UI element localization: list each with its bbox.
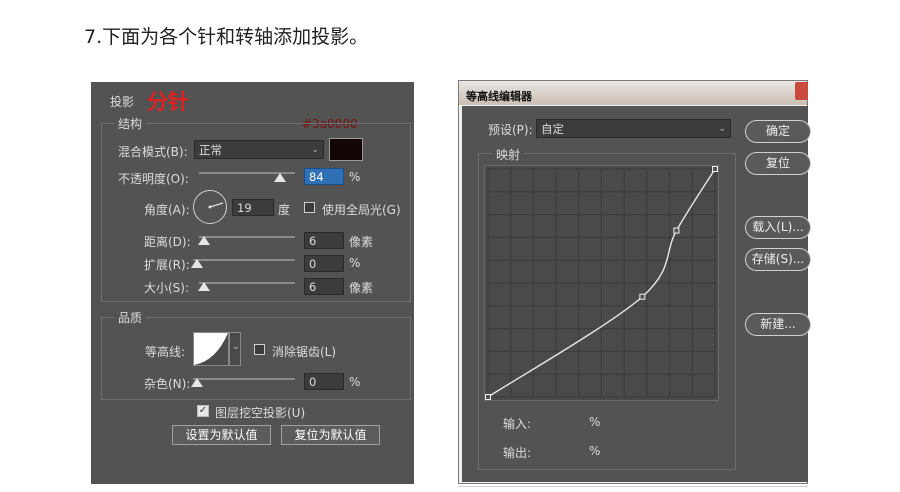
spread-label: 扩展(R): [144, 258, 190, 272]
global-light-label: 使用全局光(G) [322, 203, 401, 217]
size-unit: 像素 [349, 281, 374, 295]
close-icon[interactable] [795, 82, 808, 100]
chevron-down-icon: ⌄ [718, 124, 726, 134]
new-button[interactable]: 新建... [745, 313, 811, 336]
shadow-color-fill [330, 139, 362, 160]
preset-label: 预设(P): [488, 123, 533, 137]
preset-select[interactable]: 自定 ⌄ [536, 119, 731, 138]
noise-label: 杂色(N): [144, 377, 191, 391]
red-annotation: 分针 [147, 90, 189, 114]
ok-button[interactable]: 确定 [745, 120, 811, 143]
spread-input[interactable]: 0 [304, 255, 344, 272]
reset-default-button[interactable]: 复位为默认值 [281, 425, 380, 445]
noise-slider-track[interactable] [193, 378, 295, 380]
opacity-slider-thumb[interactable] [273, 173, 286, 182]
distance-slider-thumb[interactable] [198, 236, 210, 245]
opacity-label: 不透明度(O): [118, 172, 189, 186]
window-shadow-line [458, 486, 808, 487]
input-unit: % [589, 415, 601, 429]
size-slider-thumb[interactable] [198, 282, 210, 291]
mapping-legend: 映射 [492, 146, 525, 163]
noise-input[interactable]: 0 [304, 373, 344, 390]
knockout-label: 图层挖空投影(U) [215, 406, 306, 420]
noise-unit: % [349, 375, 361, 389]
angle-input[interactable]: 19 [232, 199, 274, 216]
contour-label: 等高线: [145, 345, 186, 359]
chevron-down-icon: ⌄ [232, 342, 240, 352]
curve-control-point[interactable] [673, 227, 680, 234]
output-unit: % [589, 444, 601, 458]
blend-mode-value: 正常 [199, 143, 222, 157]
opacity-unit: % [349, 170, 361, 184]
panel-title: 投影 [110, 95, 135, 109]
knockout-checkbox[interactable]: ✓ [197, 405, 209, 417]
spread-unit: % [349, 256, 361, 270]
angle-dial-needle [208, 202, 224, 209]
spread-slider-track[interactable] [193, 259, 295, 261]
opacity-input[interactable]: 84 [304, 168, 344, 185]
shadow-color-swatch[interactable] [329, 138, 363, 161]
angle-label: 角度(A): [144, 203, 190, 217]
size-input[interactable]: 6 [304, 278, 344, 295]
distance-slider-track[interactable] [199, 236, 295, 238]
output-label: 输出: [503, 446, 532, 460]
noise-slider-thumb[interactable] [191, 378, 203, 387]
contour-editor-title: 等高线编辑器 [466, 90, 532, 103]
reset-button[interactable]: 复位 [745, 152, 811, 175]
structure-legend: 结构 [114, 115, 147, 132]
curve-control-point[interactable] [712, 166, 718, 172]
curve-control-point[interactable] [485, 394, 491, 400]
size-label: 大小(S): [144, 281, 190, 295]
contour-preview[interactable] [193, 332, 229, 366]
distance-input[interactable]: 6 [304, 232, 344, 249]
blend-mode-label: 混合模式(B): [118, 145, 188, 159]
size-slider-track[interactable] [199, 282, 295, 284]
blend-mode-select[interactable]: 正常 ⌄ [194, 140, 324, 159]
input-label: 输入: [503, 417, 532, 431]
spread-slider-thumb[interactable] [191, 259, 203, 268]
chevron-down-icon: ⌄ [311, 145, 319, 155]
contour-preview-shape [194, 333, 228, 365]
make-default-button[interactable]: 设置为默认值 [172, 425, 271, 445]
curve-svg [485, 166, 718, 400]
contour-dropdown[interactable]: ⌄ [229, 332, 241, 366]
load-button[interactable]: 载入(L)... [745, 216, 811, 239]
quality-legend: 品质 [114, 309, 147, 326]
angle-dial[interactable] [193, 190, 227, 224]
antialias-label: 消除锯齿(L) [272, 345, 337, 359]
save-button[interactable]: 存储(S)... [745, 248, 811, 271]
distance-unit: 像素 [349, 235, 374, 249]
global-light-checkbox[interactable] [304, 202, 315, 213]
curve-control-point[interactable] [639, 293, 646, 300]
distance-label: 距离(D): [144, 235, 191, 249]
angle-unit: 度 [278, 203, 291, 217]
step-heading: 7.下面为各个针和转轴添加投影。 [84, 26, 369, 48]
preset-value: 自定 [541, 122, 564, 136]
curve-graph[interactable] [484, 165, 719, 401]
antialias-checkbox[interactable] [254, 344, 265, 355]
